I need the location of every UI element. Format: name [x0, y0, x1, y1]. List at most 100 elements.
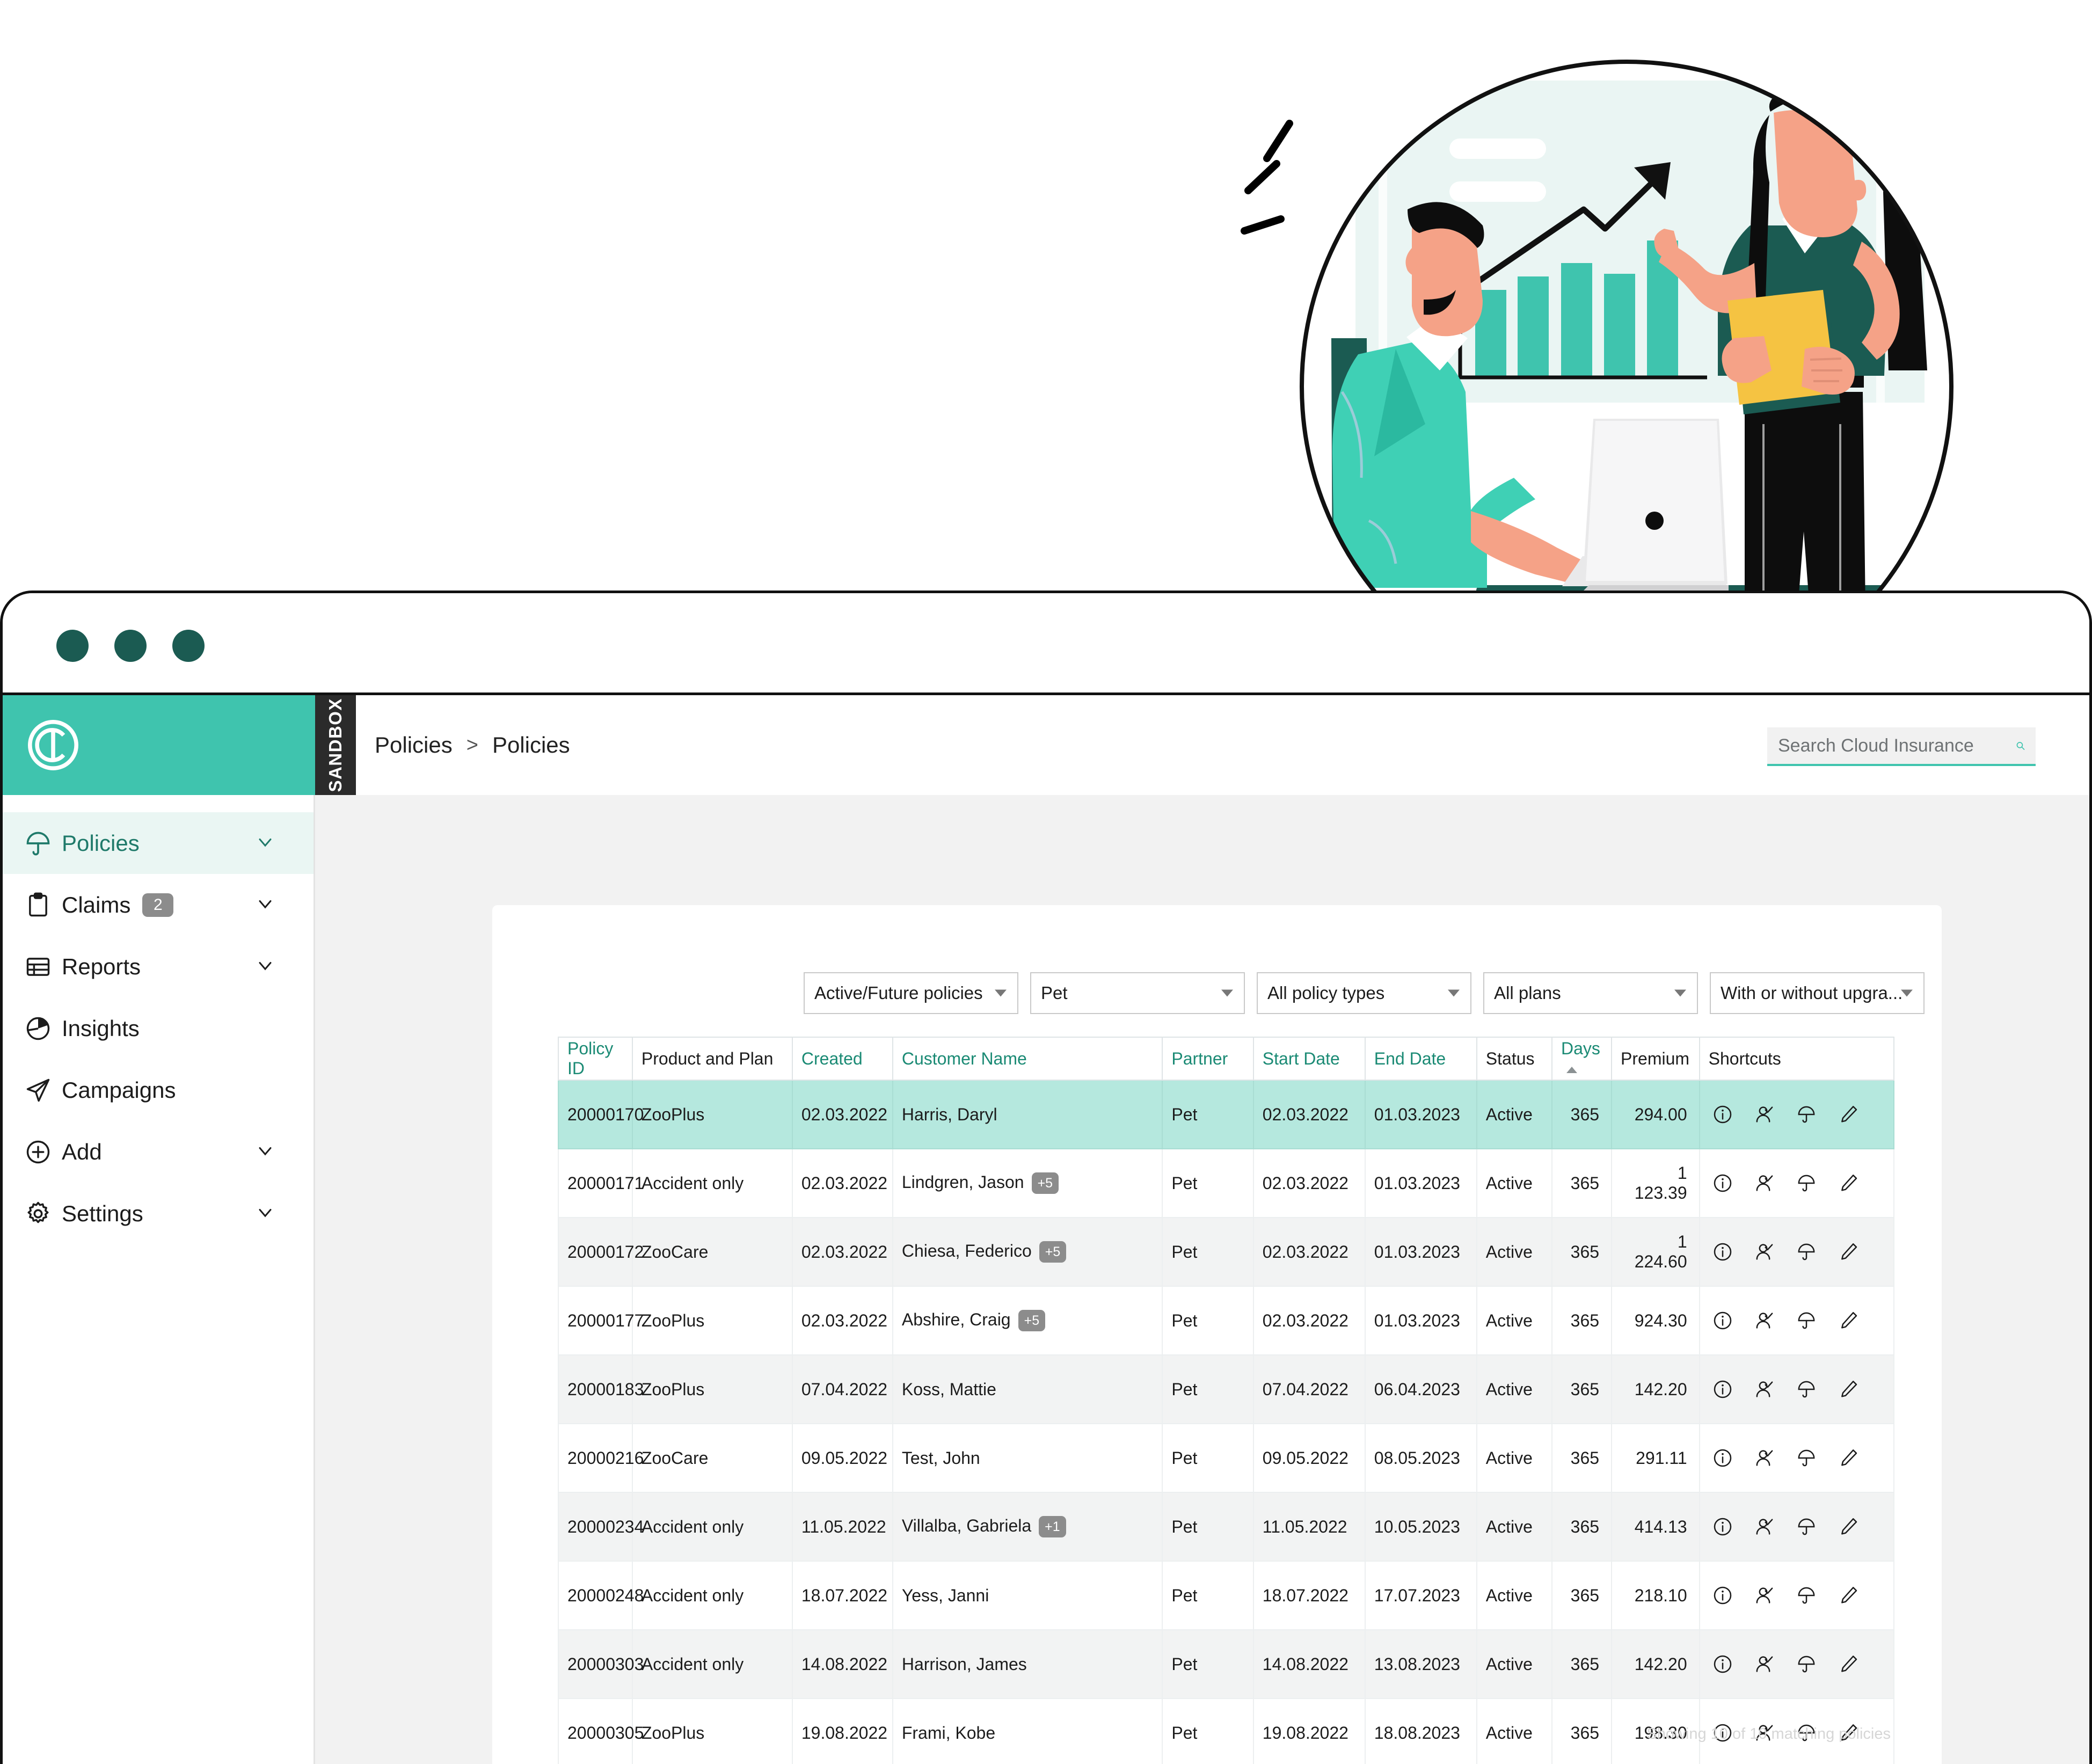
cell-policy-id: 20000170	[558, 1080, 644, 1149]
app-logo[interactable]	[3, 695, 315, 795]
chevron-down-icon[interactable]	[1448, 989, 1460, 997]
sidebar-item-settings[interactable]: Settings	[3, 1183, 314, 1244]
cell-product-and-plan: Accident only	[631, 1148, 793, 1218]
chevron-down-icon[interactable]	[995, 989, 1007, 997]
pencil-icon[interactable]	[1838, 1241, 1859, 1263]
cell-customer-name[interactable]: Harrison, James	[892, 1629, 1163, 1699]
sidebar-item-claims[interactable]: Claims 2	[3, 874, 314, 936]
column-header-days[interactable]: Days	[1551, 1037, 1613, 1081]
column-header-policy-id[interactable]: Policy ID	[558, 1037, 633, 1081]
user-check-icon[interactable]	[1754, 1516, 1775, 1537]
window-minimize-dot[interactable]	[114, 630, 147, 662]
sidebar-item-policies[interactable]: Policies	[3, 812, 314, 874]
window-maximize-dot[interactable]	[172, 630, 205, 662]
chevron-down-icon[interactable]	[1901, 989, 1913, 997]
cell-customer-name[interactable]: Lindgren, Jason +5	[892, 1148, 1163, 1218]
info-icon[interactable]	[1712, 1104, 1733, 1125]
table-row[interactable]: 20000216 ZooCare 09.05.2022 Test, John Pet 09…	[558, 1423, 1895, 1493]
column-header-partner[interactable]: Partner	[1162, 1037, 1254, 1081]
umbrella-icon[interactable]	[1796, 1104, 1817, 1125]
cell-status: Active	[1476, 1698, 1553, 1764]
row-shortcuts	[1709, 1379, 1893, 1400]
info-icon[interactable]	[1712, 1653, 1733, 1675]
user-check-icon[interactable]	[1754, 1447, 1775, 1469]
table-row[interactable]: 20000248 Accident only 18.07.2022 Yess, Jan…	[558, 1561, 1895, 1630]
pencil-icon[interactable]	[1838, 1104, 1859, 1125]
sidebar-item-reports[interactable]: Reports	[3, 936, 314, 997]
breadcrumb-current[interactable]: Policies	[492, 732, 570, 758]
info-icon[interactable]	[1712, 1310, 1733, 1331]
table-row[interactable]: 20000172 ZooCare 02.03.2022 Chiesa, Federic…	[558, 1217, 1895, 1287]
window-controls[interactable]	[56, 630, 205, 662]
user-check-icon[interactable]	[1754, 1379, 1775, 1400]
sidebar-item-add[interactable]: Add	[3, 1121, 314, 1183]
chevron-down-icon[interactable]	[254, 1140, 276, 1164]
user-check-icon[interactable]	[1754, 1104, 1775, 1125]
chevron-down-icon[interactable]	[254, 1201, 276, 1226]
pencil-icon[interactable]	[1838, 1516, 1859, 1537]
sidebar-item-insights[interactable]: Insights	[3, 997, 314, 1059]
cell-customer-name[interactable]: Villalba, Gabriela +1	[892, 1492, 1163, 1562]
plan-filter[interactable]: All plans	[1483, 972, 1698, 1014]
info-icon[interactable]	[1712, 1172, 1733, 1194]
chevron-down-icon[interactable]	[254, 954, 276, 979]
window-close-dot[interactable]	[56, 630, 89, 662]
umbrella-icon[interactable]	[1796, 1585, 1817, 1606]
umbrella-icon[interactable]	[1796, 1447, 1817, 1469]
pencil-icon[interactable]	[1838, 1447, 1859, 1469]
pencil-icon[interactable]	[1838, 1172, 1859, 1194]
chevron-down-icon[interactable]	[254, 831, 276, 855]
plus-circle-icon	[24, 1138, 56, 1166]
policy-status-filter[interactable]: Active/Future policies	[804, 972, 1018, 1014]
table-row[interactable]: 20000234 Accident only 11.05.2022 Villalba,…	[558, 1492, 1895, 1562]
umbrella-icon[interactable]	[1796, 1653, 1817, 1675]
info-icon[interactable]	[1712, 1241, 1733, 1263]
pencil-icon[interactable]	[1838, 1653, 1859, 1675]
filter-value: All policy types	[1267, 983, 1385, 1003]
chevron-down-icon[interactable]	[1221, 989, 1233, 997]
search-icon[interactable]	[2016, 735, 2025, 756]
info-icon[interactable]	[1712, 1585, 1733, 1606]
cell-customer-name[interactable]: Frami, Kobe	[892, 1698, 1163, 1764]
global-search[interactable]	[1767, 727, 2036, 766]
umbrella-icon[interactable]	[1796, 1516, 1817, 1537]
column-header-created[interactable]: Created	[791, 1037, 893, 1081]
umbrella-icon[interactable]	[1796, 1241, 1817, 1263]
user-check-icon[interactable]	[1754, 1172, 1775, 1194]
pencil-icon[interactable]	[1838, 1379, 1859, 1400]
user-check-icon[interactable]	[1754, 1653, 1775, 1675]
umbrella-icon[interactable]	[1796, 1310, 1817, 1331]
chevron-down-icon[interactable]	[254, 893, 276, 917]
table-row[interactable]: 20000303 Accident only 14.08.2022 Harrison,…	[558, 1629, 1895, 1699]
cell-customer-name[interactable]: Koss, Mattie	[892, 1354, 1163, 1424]
table-row[interactable]: 20000177 ZooPlus 02.03.2022 Abshire, Craig +…	[558, 1286, 1895, 1355]
product-filter[interactable]: Pet	[1030, 972, 1245, 1014]
chevron-down-icon[interactable]	[1674, 989, 1686, 997]
umbrella-icon[interactable]	[1796, 1172, 1817, 1194]
upgrade-filter[interactable]: With or without upgra...	[1710, 972, 1925, 1014]
pencil-icon[interactable]	[1838, 1310, 1859, 1331]
search-input[interactable]	[1778, 735, 2016, 756]
cell-customer-name[interactable]: Chiesa, Federico +5	[892, 1217, 1163, 1287]
info-icon[interactable]	[1712, 1447, 1733, 1469]
cell-customer-name[interactable]: Yess, Janni	[892, 1561, 1163, 1630]
table-row[interactable]: 20000171 Accident only 02.03.2022 Lindgren,…	[558, 1148, 1895, 1218]
policy-type-filter[interactable]: All policy types	[1257, 972, 1471, 1014]
user-check-icon[interactable]	[1754, 1585, 1775, 1606]
breadcrumb-parent[interactable]: Policies	[375, 732, 453, 758]
sidebar-item-campaigns[interactable]: Campaigns	[3, 1059, 314, 1121]
user-check-icon[interactable]	[1754, 1241, 1775, 1263]
cell-customer-name[interactable]: Test, John	[892, 1423, 1163, 1493]
info-icon[interactable]	[1712, 1516, 1733, 1537]
column-header-end-date[interactable]: End Date	[1364, 1037, 1477, 1081]
cell-customer-name[interactable]: Harris, Daryl	[892, 1080, 1163, 1149]
column-header-customer-name[interactable]: Customer Name	[892, 1037, 1163, 1081]
column-header-start-date[interactable]: Start Date	[1252, 1037, 1366, 1081]
umbrella-icon[interactable]	[1796, 1379, 1817, 1400]
pencil-icon[interactable]	[1838, 1585, 1859, 1606]
cell-customer-name[interactable]: Abshire, Craig +5	[892, 1286, 1163, 1355]
table-row[interactable]: 20000170 ZooPlus 02.03.2022 Harris, Daryl Pe…	[558, 1080, 1895, 1149]
user-check-icon[interactable]	[1754, 1310, 1775, 1331]
table-row[interactable]: 20000183 ZooPlus 07.04.2022 Koss, Mattie Pet…	[558, 1354, 1895, 1424]
info-icon[interactable]	[1712, 1379, 1733, 1400]
